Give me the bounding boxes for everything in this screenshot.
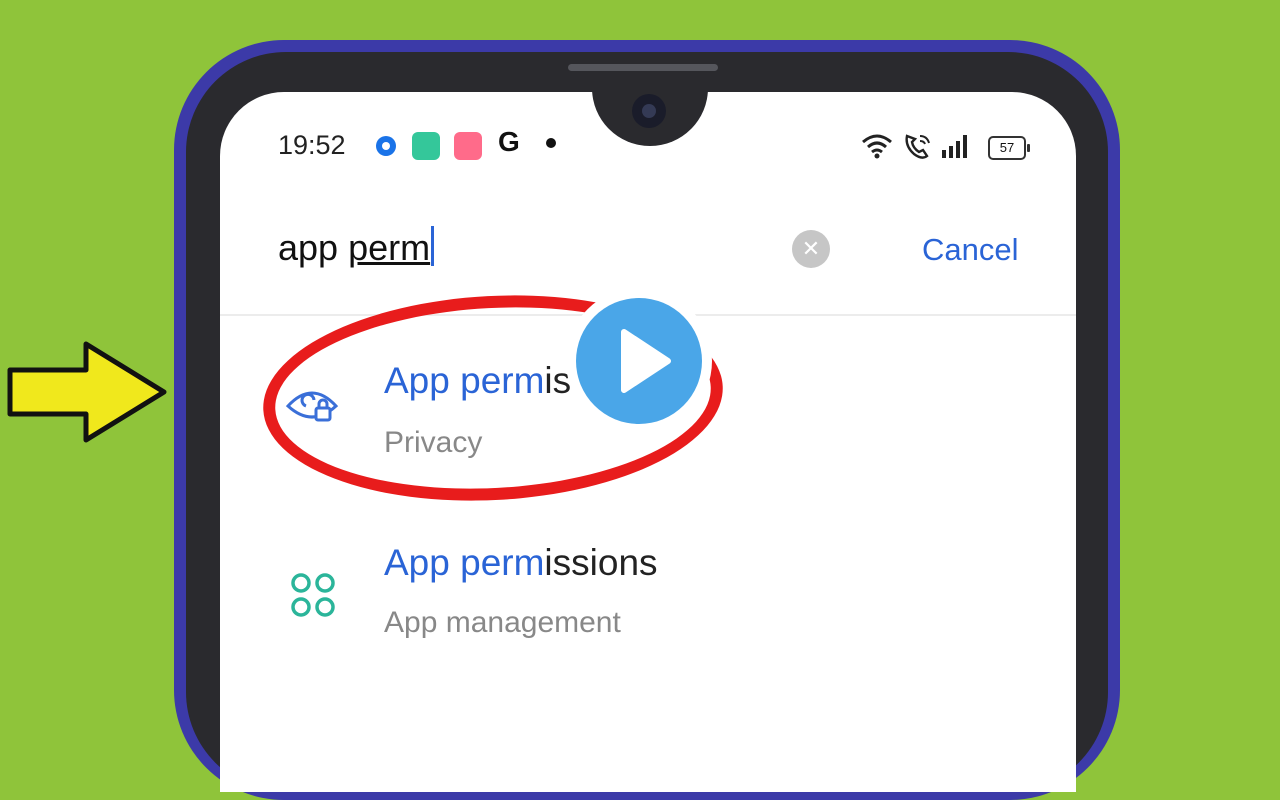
result-title-rest: issions: [544, 542, 658, 583]
notification-app-icon: [412, 132, 440, 160]
search-query-text: app: [278, 227, 349, 268]
search-query-composing: perm: [348, 227, 431, 268]
pointer-arrow-icon: [7, 341, 167, 443]
signal-icon: [942, 135, 967, 158]
battery-icon: 57: [988, 136, 1030, 160]
app-grid-icon: [291, 573, 335, 617]
play-icon: [621, 329, 671, 393]
notification-app-icon: [376, 136, 396, 156]
wifi-calling-icon: [905, 134, 930, 159]
notification-app-icon: [454, 132, 482, 160]
cancel-button[interactable]: Cancel: [922, 232, 1019, 268]
more-notifications-dot: [546, 138, 556, 148]
result-subtitle: App management: [384, 606, 621, 639]
search-result-app-management[interactable]: App permissions App management: [220, 530, 1076, 680]
search-input[interactable]: app perm: [278, 226, 435, 269]
text-cursor: [431, 226, 435, 266]
wifi-icon: [862, 134, 892, 159]
clear-search-button[interactable]: ✕: [792, 230, 830, 268]
result-title: App permissions: [384, 542, 658, 584]
status-time: 19:52: [278, 130, 346, 160]
play-button[interactable]: [566, 288, 712, 434]
google-icon: G: [498, 126, 520, 157]
earpiece-speaker: [568, 64, 718, 71]
result-title-match: App perm: [384, 542, 545, 583]
front-camera: [632, 94, 666, 128]
